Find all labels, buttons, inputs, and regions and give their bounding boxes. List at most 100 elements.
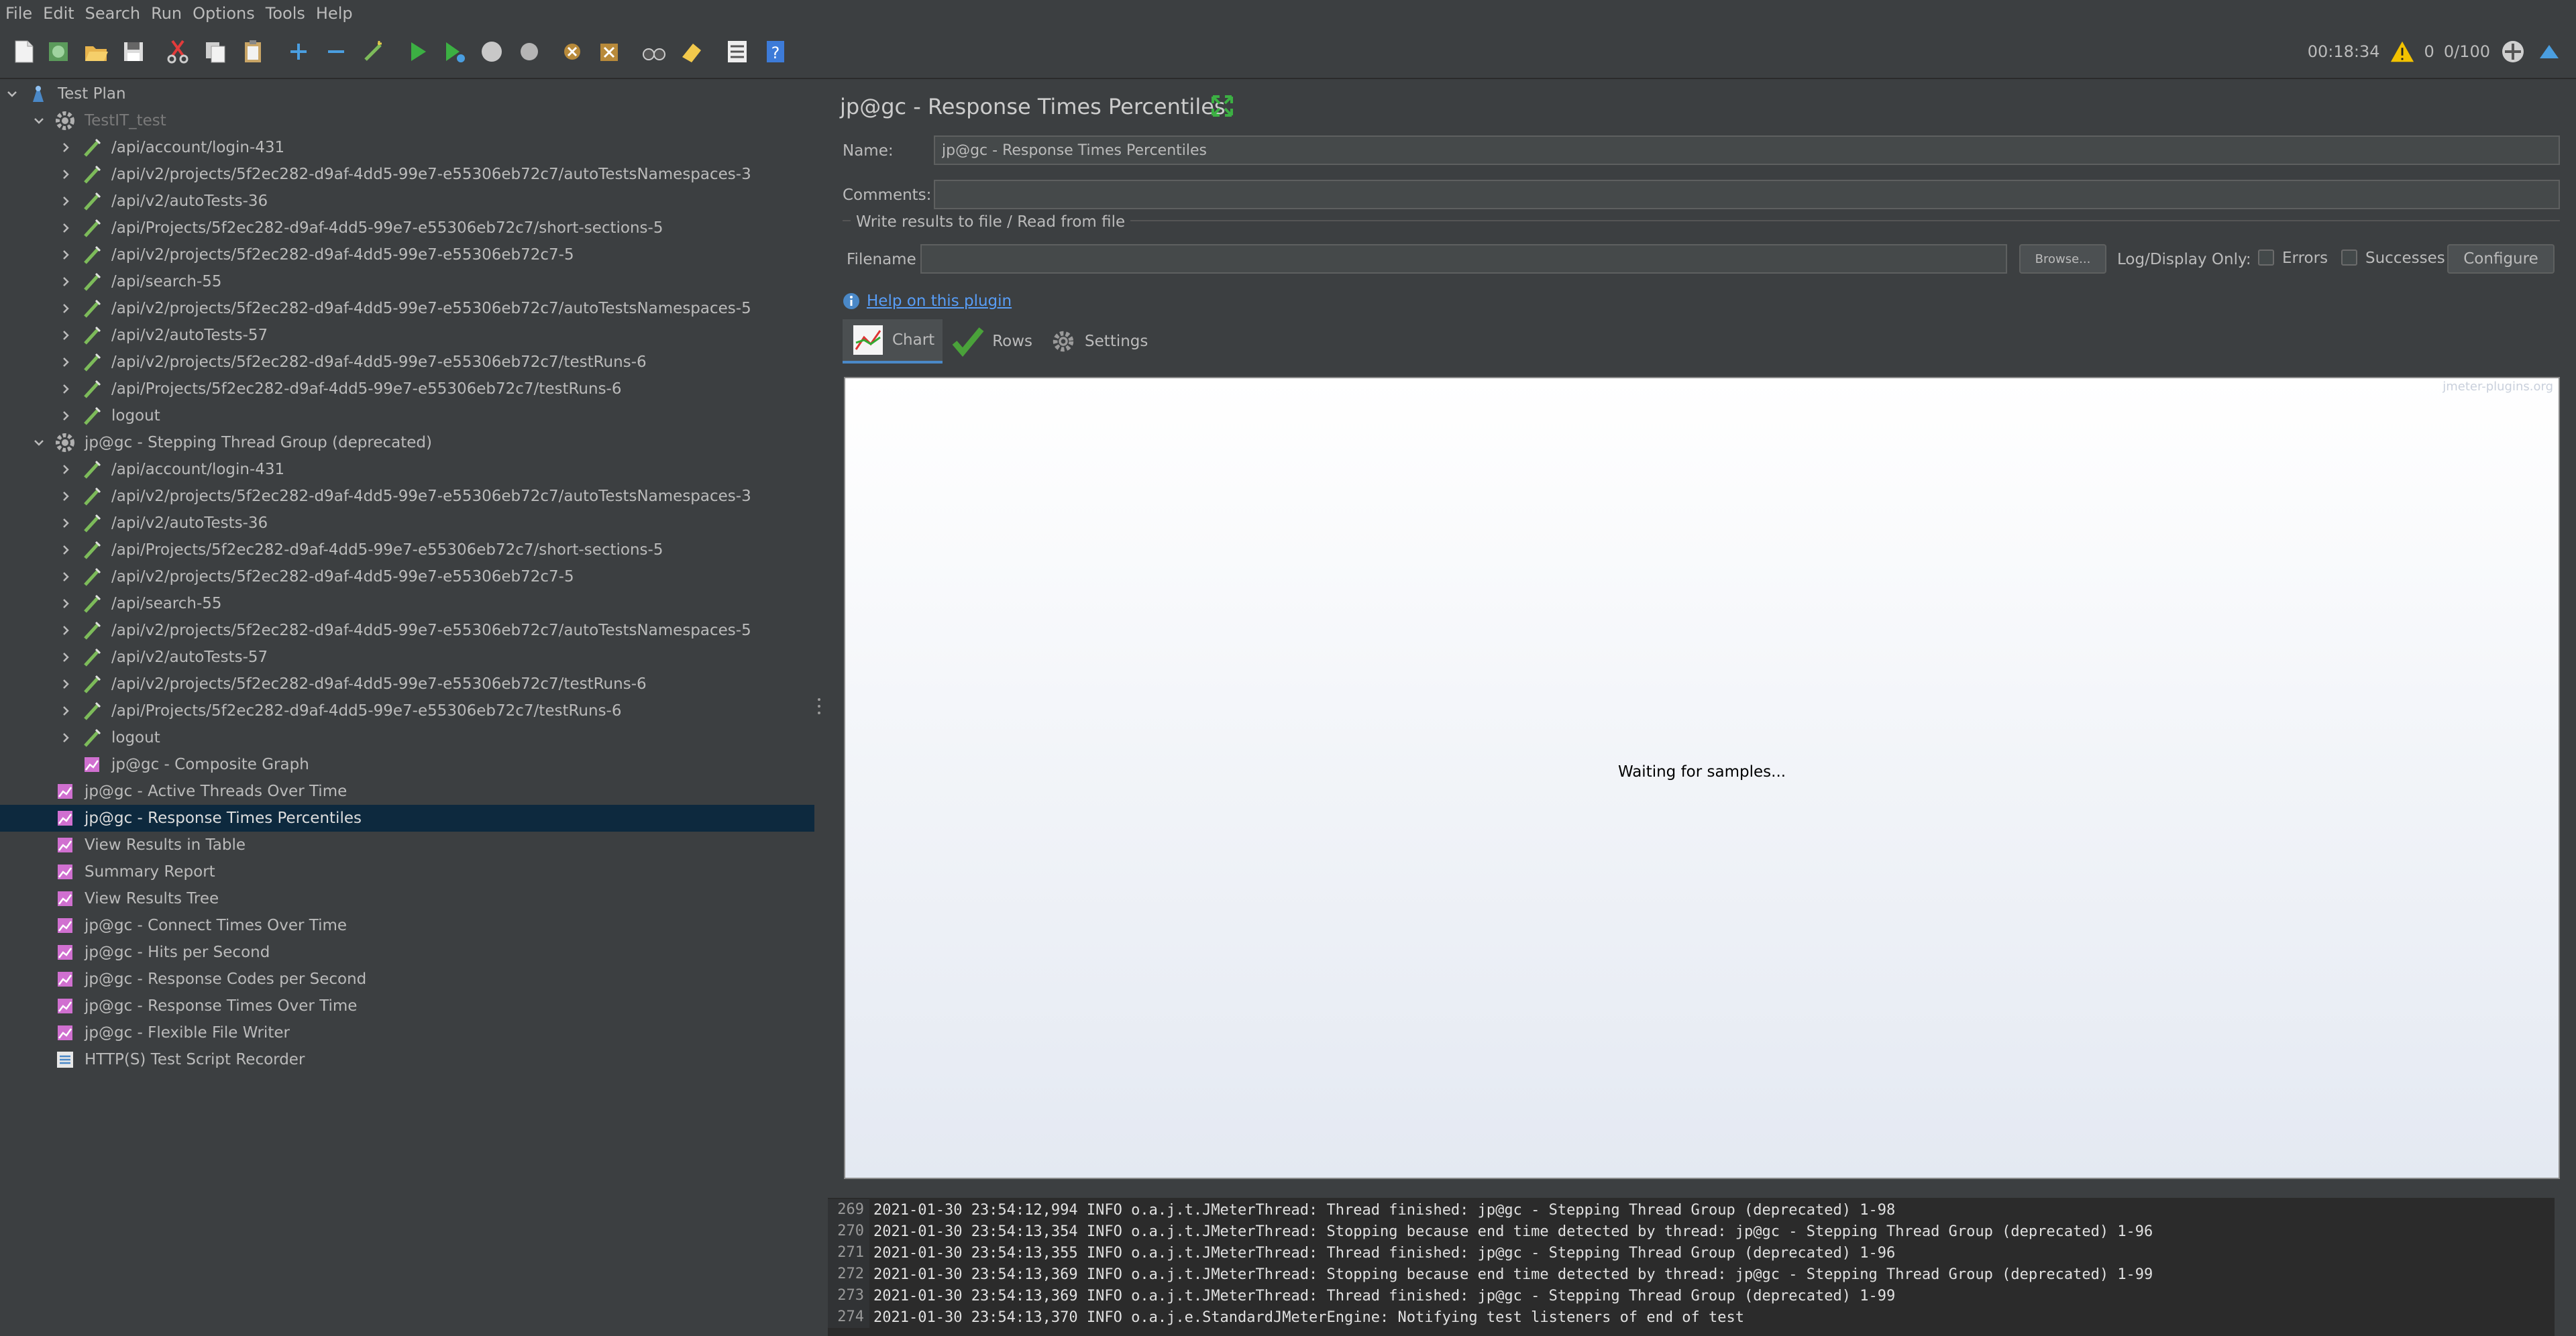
log-divider[interactable] xyxy=(826,1188,2569,1198)
help-plugin-link[interactable]: Help on this plugin xyxy=(867,292,1012,310)
chevron-right-icon[interactable] xyxy=(58,461,74,478)
tree-node[interactable]: /api/v2/projects/5f2ec282-d9af-4dd5-99e7… xyxy=(0,295,814,322)
tree-node[interactable]: /api/Projects/5f2ec282-d9af-4dd5-99e7-e5… xyxy=(0,376,814,402)
tree-node[interactable]: View Results Tree xyxy=(0,885,814,912)
tree-node[interactable]: /api/v2/autoTests-57 xyxy=(0,644,814,671)
shutdown-button[interactable] xyxy=(513,35,546,68)
name-input[interactable] xyxy=(934,135,2560,165)
warning-icon[interactable] xyxy=(2390,39,2415,64)
tree-node[interactable]: /api/Projects/5f2ec282-d9af-4dd5-99e7-e5… xyxy=(0,537,814,563)
reset-search-button[interactable] xyxy=(675,35,708,68)
function-helper-button[interactable] xyxy=(720,35,754,68)
menu-edit[interactable]: Edit xyxy=(38,0,79,27)
tree-node[interactable]: logout xyxy=(0,724,814,751)
tab-chart[interactable]: Chart xyxy=(843,319,943,364)
tree-node[interactable]: /api/search-55 xyxy=(0,590,814,617)
expand-icon[interactable] xyxy=(1209,93,1236,119)
chevron-right-icon[interactable] xyxy=(58,730,74,746)
browse-button[interactable]: Browse... xyxy=(2019,244,2106,274)
splitter-handle-icon[interactable] xyxy=(817,696,821,716)
menu-tools[interactable]: Tools xyxy=(260,0,311,27)
tree-node[interactable]: /api/v2/projects/5f2ec282-d9af-4dd5-99e7… xyxy=(0,349,814,376)
tab-rows[interactable]: Rows xyxy=(943,319,1040,364)
chevron-right-icon[interactable] xyxy=(58,676,74,692)
chevron-down-icon[interactable] xyxy=(31,113,47,129)
configure-button[interactable]: Configure xyxy=(2447,244,2555,274)
paste-button[interactable] xyxy=(236,35,270,68)
chevron-right-icon[interactable] xyxy=(58,166,74,182)
tree-node[interactable]: /api/v2/projects/5f2ec282-d9af-4dd5-99e7… xyxy=(0,483,814,510)
tree-node[interactable]: /api/v2/autoTests-57 xyxy=(0,322,814,349)
chevron-right-icon[interactable] xyxy=(58,596,74,612)
tree-node[interactable]: jp@gc - Response Times Percentiles xyxy=(0,805,814,832)
tree-node[interactable]: jp@gc - Response Times Over Time xyxy=(0,993,814,1019)
tree-node[interactable]: TestIT_test xyxy=(0,107,814,134)
chevron-right-icon[interactable] xyxy=(58,569,74,585)
cut-button[interactable] xyxy=(161,35,195,68)
tree-node[interactable]: View Results in Table xyxy=(0,832,814,858)
expand-all-button[interactable] xyxy=(282,35,315,68)
menu-search[interactable]: Search xyxy=(80,0,146,27)
tree-node[interactable]: jp@gc - Hits per Second xyxy=(0,939,814,966)
successes-checkbox[interactable] xyxy=(2341,249,2357,266)
tree-node[interactable]: /api/Projects/5f2ec282-d9af-4dd5-99e7-e5… xyxy=(0,698,814,724)
tree-node[interactable]: /api/v2/autoTests-36 xyxy=(0,188,814,215)
collapse-all-button[interactable] xyxy=(319,35,353,68)
toggle-button[interactable] xyxy=(357,35,390,68)
tree-node[interactable]: /api/account/login-431 xyxy=(0,134,814,161)
chevron-right-icon[interactable] xyxy=(58,622,74,638)
chevron-right-icon[interactable] xyxy=(58,649,74,665)
tree-node[interactable]: HTTP(S) Test Script Recorder xyxy=(0,1046,814,1073)
tree-node[interactable]: /api/v2/projects/5f2ec282-d9af-4dd5-99e7… xyxy=(0,563,814,590)
test-plan-tree[interactable]: Test Plan TestIT_test/api/account/login-4… xyxy=(0,79,816,1336)
tree-node[interactable]: jp@gc - Composite Graph xyxy=(0,751,814,778)
save-button[interactable] xyxy=(117,35,150,68)
tree-node[interactable]: /api/account/login-431 xyxy=(0,456,814,483)
chevron-right-icon[interactable] xyxy=(58,354,74,370)
tree-node[interactable]: /api/search-55 xyxy=(0,268,814,295)
chevron-right-icon[interactable] xyxy=(58,488,74,504)
chevron-right-icon[interactable] xyxy=(58,703,74,719)
log-viewer-icon[interactable] xyxy=(2536,38,2563,65)
templates-button[interactable] xyxy=(42,35,75,68)
clear-button[interactable] xyxy=(555,35,589,68)
tree-node[interactable]: logout xyxy=(0,402,814,429)
open-button[interactable] xyxy=(79,35,113,68)
start-no-pauses-button[interactable] xyxy=(437,35,471,68)
tree-node[interactable]: jp@gc - Connect Times Over Time xyxy=(0,912,814,939)
chevron-right-icon[interactable] xyxy=(58,193,74,209)
tree-node[interactable]: /api/v2/projects/5f2ec282-d9af-4dd5-99e7… xyxy=(0,241,814,268)
errors-checkbox[interactable] xyxy=(2258,249,2274,266)
tab-settings[interactable]: Settings xyxy=(1040,319,1156,364)
tree-node[interactable]: /api/v2/projects/5f2ec282-d9af-4dd5-99e7… xyxy=(0,671,814,698)
tree-node[interactable]: jp@gc - Stepping Thread Group (deprecate… xyxy=(0,429,814,456)
menu-file[interactable]: File xyxy=(0,0,38,27)
help-button[interactable]: ? xyxy=(758,35,792,68)
chevron-right-icon[interactable] xyxy=(58,515,74,531)
comments-input[interactable] xyxy=(934,180,2560,209)
tree-node[interactable]: /api/v2/autoTests-36 xyxy=(0,510,814,537)
tree-node[interactable]: Test Plan xyxy=(0,80,814,107)
pane-splitter[interactable] xyxy=(814,79,824,1336)
tree-node[interactable]: /api/v2/projects/5f2ec282-d9af-4dd5-99e7… xyxy=(0,161,814,188)
clear-all-button[interactable] xyxy=(593,35,627,68)
chevron-down-icon[interactable] xyxy=(31,435,47,451)
chevron-right-icon[interactable] xyxy=(58,140,74,156)
tree-node[interactable]: /api/Projects/5f2ec282-d9af-4dd5-99e7-e5… xyxy=(0,215,814,241)
chart-canvas[interactable]: jmeter-plugins.org Waiting for samples..… xyxy=(844,377,2560,1179)
chevron-right-icon[interactable] xyxy=(58,220,74,236)
tree-node[interactable]: jp@gc - Active Threads Over Time xyxy=(0,778,814,805)
menu-help[interactable]: Help xyxy=(311,0,358,27)
remote-status-icon[interactable] xyxy=(2500,38,2526,65)
filename-input[interactable] xyxy=(920,244,2007,274)
chevron-right-icon[interactable] xyxy=(58,408,74,424)
chevron-right-icon[interactable] xyxy=(58,542,74,558)
chevron-right-icon[interactable] xyxy=(58,327,74,343)
chevron-right-icon[interactable] xyxy=(58,300,74,317)
chevron-right-icon[interactable] xyxy=(58,247,74,263)
stop-button[interactable] xyxy=(475,35,508,68)
menu-run[interactable]: Run xyxy=(146,0,187,27)
search-button[interactable] xyxy=(637,35,671,68)
tree-node[interactable]: jp@gc - Flexible File Writer xyxy=(0,1019,814,1046)
chevron-right-icon[interactable] xyxy=(58,274,74,290)
